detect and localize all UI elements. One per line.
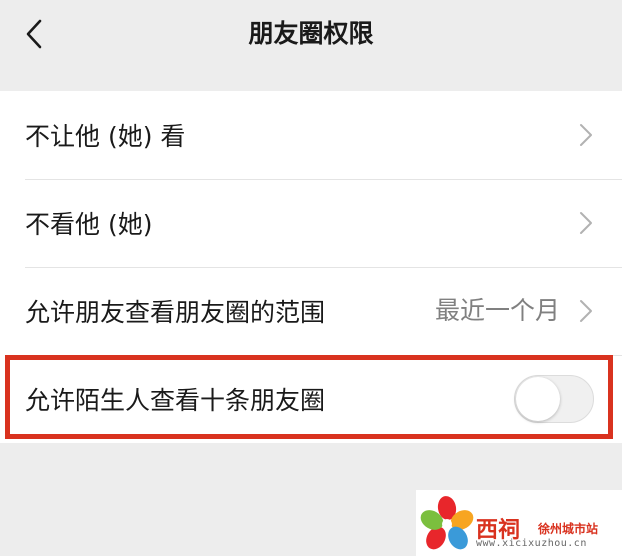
flower-logo-icon	[420, 496, 474, 550]
row-label: 允许陌生人查看十条朋友圈	[25, 386, 326, 415]
page-title: 朋友圈权限	[248, 19, 374, 48]
toggle-knob	[516, 377, 560, 421]
row-allow-strangers: 允许陌生人查看十条朋友圈	[0, 355, 622, 443]
chevron-right-icon	[580, 124, 592, 146]
settings-list: 不让他 (她) 看 不看他 (她) 允许朋友查看朋友圈的范围 最近一个月 允许陌…	[0, 91, 622, 443]
watermark: 西祠 徐州城市站 www.xicixuzhou.cn	[416, 490, 622, 556]
allow-strangers-toggle[interactable]	[514, 375, 594, 423]
chevron-right-icon	[580, 300, 592, 322]
row-label: 允许朋友查看朋友圈的范围	[25, 298, 326, 327]
watermark-url: www.xicixuzhou.cn	[476, 538, 587, 549]
row-label: 不让他 (她) 看	[25, 122, 186, 151]
row-label: 不看他 (她)	[25, 210, 153, 239]
navigation-bar: 朋友圈权限	[0, 0, 622, 78]
row-visible-range[interactable]: 允许朋友查看朋友圈的范围 最近一个月	[0, 267, 622, 355]
watermark-subtitle: 徐州城市站	[538, 522, 599, 536]
row-hide-my-moments[interactable]: 不让他 (她) 看	[0, 91, 622, 179]
chevron-right-icon	[580, 212, 592, 234]
row-hide-their-moments[interactable]: 不看他 (她)	[0, 179, 622, 267]
row-value: 最近一个月	[434, 296, 560, 325]
